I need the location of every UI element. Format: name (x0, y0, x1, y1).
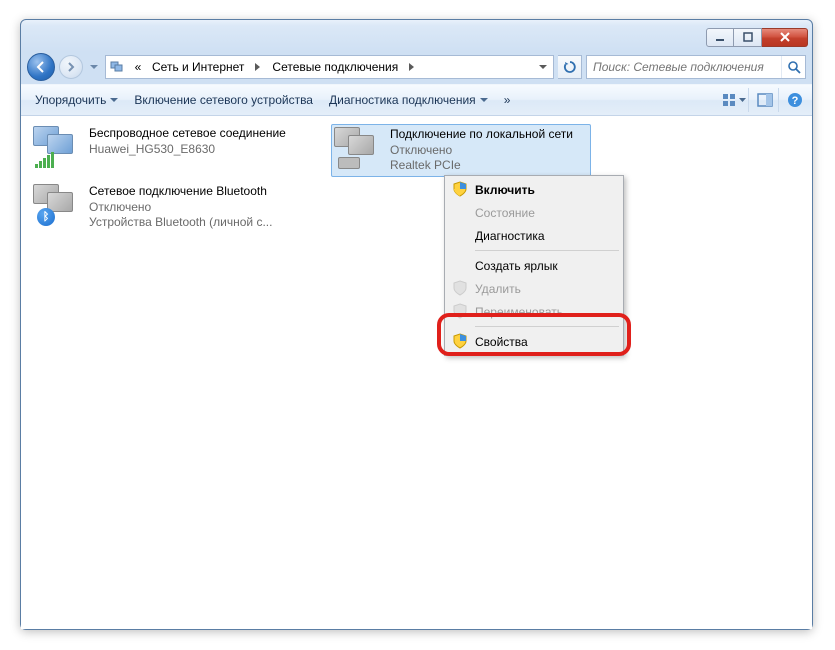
ctx-enable[interactable]: Включить (447, 178, 621, 201)
help-button[interactable]: ? (778, 88, 806, 112)
back-button[interactable] (27, 53, 55, 81)
chevron-right-icon[interactable] (250, 55, 266, 79)
nav-history-dropdown[interactable] (87, 56, 101, 78)
connection-name: Сетевое подключение Bluetooth (89, 184, 272, 200)
enable-device-button[interactable]: Включение сетевого устройства (126, 89, 321, 111)
separator (475, 326, 619, 327)
connection-bluetooth[interactable]: ᛒ Сетевое подключение Bluetooth Отключен… (31, 182, 291, 233)
bluetooth-connection-icon: ᛒ (33, 184, 81, 228)
context-menu: Включить Состояние Диагностика Создать я… (444, 175, 624, 356)
connection-status: Отключено (89, 200, 272, 216)
ctx-delete: Удалить (447, 277, 621, 300)
content-area: Беспроводное сетевое соединение Huawei_H… (21, 116, 812, 629)
more-button[interactable]: » (496, 89, 519, 111)
minimize-button[interactable] (706, 28, 734, 47)
chevron-right-icon[interactable] (404, 55, 420, 79)
connection-sub: Huawei_HG530_E8630 (89, 142, 286, 158)
separator (475, 250, 619, 251)
organize-button[interactable]: Упорядочить (27, 89, 126, 111)
breadcrumb-seg-connections[interactable]: Сетевые подключения (270, 60, 400, 74)
connection-name: Подключение по локальной сети (390, 127, 573, 143)
forward-button[interactable] (59, 55, 83, 79)
ctx-diagnose[interactable]: Диагностика (447, 224, 621, 247)
breadcrumb-back-icon[interactable]: « (130, 55, 146, 79)
ctx-rename: Переименовать (447, 300, 621, 323)
connection-sub: Устройства Bluetooth (личной с... (89, 215, 272, 231)
connection-lan[interactable]: Подключение по локальной сети Отключено … (331, 124, 591, 177)
view-button[interactable] (718, 88, 746, 112)
diagnose-button[interactable]: Диагностика подключения (321, 89, 496, 111)
refresh-button[interactable] (558, 55, 582, 79)
svg-text:?: ? (791, 95, 798, 107)
window: « Сеть и Интернет Сетевые подключения Уп… (20, 19, 813, 630)
ctx-status: Состояние (447, 201, 621, 224)
titlebar (21, 20, 812, 50)
search-button[interactable] (781, 56, 805, 78)
maximize-button[interactable] (734, 28, 762, 47)
shield-icon (452, 303, 468, 319)
breadcrumb-dropdown-icon[interactable] (535, 55, 551, 79)
address-bar: « Сеть и Интернет Сетевые подключения (21, 50, 812, 84)
connection-name: Беспроводное сетевое соединение (89, 126, 286, 142)
ctx-properties[interactable]: Свойства (447, 330, 621, 353)
wifi-connection-icon (33, 126, 81, 170)
shield-icon (452, 181, 468, 197)
search-input[interactable] (587, 60, 781, 74)
preview-pane-button[interactable] (748, 88, 776, 112)
network-icon (108, 58, 126, 76)
breadcrumb-seg-network[interactable]: Сеть и Интернет (150, 60, 246, 74)
ctx-create-shortcut[interactable]: Создать ярлык (447, 254, 621, 277)
lan-connection-icon (334, 127, 382, 171)
connection-wifi[interactable]: Беспроводное сетевое соединение Huawei_H… (31, 124, 291, 172)
breadcrumb[interactable]: « Сеть и Интернет Сетевые подключения (105, 55, 554, 79)
shield-icon (452, 333, 468, 349)
connection-status: Отключено (390, 143, 573, 159)
search-box[interactable] (586, 55, 806, 79)
close-button[interactable] (762, 28, 808, 47)
shield-icon (452, 280, 468, 296)
connection-sub: Realtek PCIe (390, 158, 573, 174)
toolbar: Упорядочить Включение сетевого устройств… (21, 84, 812, 116)
